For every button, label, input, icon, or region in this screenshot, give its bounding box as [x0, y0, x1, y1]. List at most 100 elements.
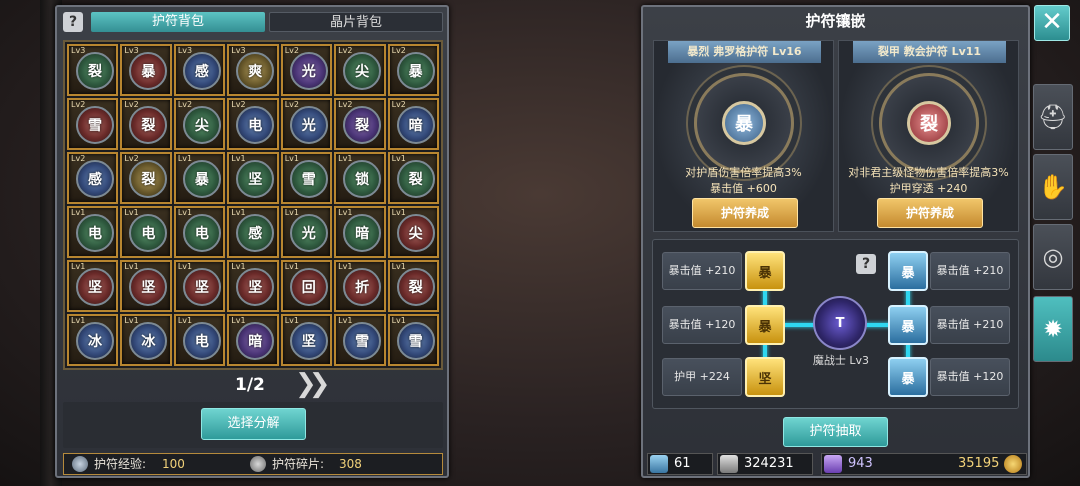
amulet-slot[interactable]: Lv2 裂	[334, 98, 386, 150]
close-button[interactable]: ✕	[1034, 5, 1070, 41]
amulet-gem: 雪	[289, 160, 328, 198]
amulet-slot[interactable]: Lv1 电	[173, 206, 226, 258]
amulet-slot[interactable]: Lv2 裂	[120, 98, 172, 150]
chip-gem-blue[interactable]: 暴	[888, 357, 928, 397]
amulet-bonus: 暴击值 +600	[710, 182, 777, 195]
amulet-gem: 坚	[289, 322, 328, 360]
amulet-slot[interactable]: Lv1 坚	[227, 260, 279, 312]
gear-icon[interactable]: ✹	[1033, 296, 1073, 362]
amulet-upgrade-button[interactable]: 护符养成	[877, 198, 983, 228]
amulet-slot[interactable]: Lv1 坚	[67, 260, 119, 312]
tab-chip-bag[interactable]: 晶片背包	[269, 12, 443, 32]
amulet-slot[interactable]: Lv1 坚	[120, 260, 172, 312]
chip-gem-gold[interactable]: 坚	[745, 357, 785, 397]
amulet-gem: 裂	[343, 106, 382, 144]
amulet-gem: 裂	[76, 52, 114, 90]
amulet-level: Lv2	[391, 100, 406, 109]
amulet-slot[interactable]: Lv1 电	[173, 314, 226, 366]
amulet-slot[interactable]: Lv1 冰	[120, 314, 172, 366]
amulet-slot[interactable]: Lv1 尖	[387, 206, 439, 258]
amulet-slot[interactable]: Lv3 暴	[120, 44, 172, 96]
amulet-upgrade-button[interactable]: 护符养成	[692, 198, 798, 228]
amulet-slot[interactable]: Lv2 光	[280, 44, 333, 96]
stat-slot-right: 暴击值 +210	[930, 306, 1010, 344]
amulet-slot[interactable]: Lv2 尖	[334, 44, 386, 96]
amulet-name-ribbon: 裂甲 教会护符 Lv11	[853, 41, 1006, 63]
amulet-gem: 暴	[129, 52, 168, 90]
amulet-ring: 暴	[694, 73, 794, 173]
amulet-slot[interactable]: Lv1 感	[227, 206, 279, 258]
amulet-slot[interactable]: Lv2 雪	[67, 98, 119, 150]
shield-icon[interactable]: ◎	[1033, 224, 1073, 290]
amulet-emblem[interactable]: 裂	[907, 101, 951, 145]
amulet-level: Lv2	[124, 100, 139, 109]
amulet-slot[interactable]: Lv2 暴	[387, 44, 439, 96]
amulet-level: Lv2	[71, 100, 86, 109]
amulet-level: Lv1	[177, 262, 193, 271]
amulet-slot[interactable]: Lv1 裂	[387, 260, 439, 312]
amulet-slot[interactable]: Lv1 暗	[227, 314, 279, 366]
amulet-slot[interactable]: Lv1 电	[67, 206, 119, 258]
amulet-slot[interactable]: Lv3 裂	[67, 44, 119, 96]
amulet-gem: 坚	[236, 268, 275, 306]
amulet-slot[interactable]: Lv2 裂	[120, 152, 172, 204]
gloves-icon[interactable]: ✋	[1033, 154, 1073, 220]
amulet-draw-button[interactable]: 护符抽取	[783, 417, 888, 447]
amulet-slot[interactable]: Lv1 坚	[280, 314, 333, 366]
amulet-slot[interactable]: Lv1 锁	[334, 152, 386, 204]
decompose-button[interactable]: 选择分解	[201, 408, 306, 440]
resource-value: 943	[848, 456, 873, 471]
amulet-card-1: 暴烈 弗罗格护符 Lv16 暴 对护盾伤害倍率提高3% 暴击值 +600 护符养…	[653, 40, 834, 232]
amulet-slot[interactable]: Lv1 回	[280, 260, 333, 312]
amulet-gem: 暗	[396, 106, 435, 144]
amulet-slot[interactable]: Lv1 雪	[280, 152, 333, 204]
resource-value: 324231	[744, 456, 794, 471]
class-label: 魔战士 Lv3	[812, 354, 870, 367]
chip-gem-gold[interactable]: 暴	[745, 251, 785, 291]
stat-slot-right: 暴击值 +210	[930, 252, 1010, 290]
next-page-icon[interactable]: ❯❯	[295, 369, 330, 399]
amulet-level: Lv1	[71, 316, 86, 325]
amulet-slot[interactable]: Lv1 裂	[387, 152, 439, 204]
amulet-slot[interactable]: Lv2 电	[227, 98, 279, 150]
amulet-slot[interactable]: Lv1 雪	[334, 314, 386, 366]
amulet-slot[interactable]: Lv1 光	[280, 206, 333, 258]
amulet-gem: 感	[76, 160, 114, 198]
amulet-slot[interactable]: Lv3 感	[173, 44, 226, 96]
page-indicator: 1/2	[235, 375, 265, 395]
amulet-level: Lv1	[284, 154, 299, 163]
amulet-ring: 裂	[879, 73, 979, 173]
chip-gem-blue[interactable]: 暴	[888, 251, 928, 291]
tab-amulet-bag[interactable]: 护符背包	[91, 12, 265, 32]
amulet-exp-value: 100	[162, 457, 185, 471]
amulet-emblem[interactable]: 暴	[722, 101, 766, 145]
amulet-slot[interactable]: Lv3 爽	[227, 44, 279, 96]
amulet-slot[interactable]: Lv2 尖	[173, 98, 226, 150]
chip-gem-gold[interactable]: 暴	[745, 305, 785, 345]
amulet-gem: 雪	[343, 322, 382, 360]
amulet-slot[interactable]: Lv1 暗	[334, 206, 386, 258]
amulet-slot[interactable]: Lv1 暴	[173, 152, 226, 204]
amulet-slot[interactable]: Lv1 坚	[173, 260, 226, 312]
resource-value: 35195	[958, 456, 1000, 471]
amulet-slot[interactable]: Lv1 冰	[67, 314, 119, 366]
amulet-gem: 电	[236, 106, 275, 144]
amulet-fragment-value: 308	[339, 457, 362, 471]
amulet-slot[interactable]: Lv1 雪	[387, 314, 439, 366]
amulet-gem: 裂	[396, 160, 435, 198]
amulet-slot[interactable]: Lv1 坚	[227, 152, 279, 204]
amulet-level: Lv1	[391, 316, 406, 325]
amulet-slot[interactable]: Lv1 电	[120, 206, 172, 258]
amulet-slot[interactable]: Lv2 感	[67, 152, 119, 204]
amulet-gem: 裂	[129, 106, 168, 144]
amulet-slot[interactable]: Lv2 暗	[387, 98, 439, 150]
chip-gem-blue[interactable]: 暴	[888, 305, 928, 345]
class-core-emblem[interactable]: T	[813, 296, 867, 350]
helmet-icon[interactable]: ⛑	[1033, 84, 1073, 150]
amulet-level: Lv1	[231, 262, 246, 271]
help-icon[interactable]: ?	[63, 12, 83, 32]
amulet-slot[interactable]: Lv1 折	[334, 260, 386, 312]
help-icon[interactable]: ?	[856, 254, 876, 274]
amulet-slot[interactable]: Lv2 光	[280, 98, 333, 150]
amulet-gem: 暗	[236, 322, 275, 360]
